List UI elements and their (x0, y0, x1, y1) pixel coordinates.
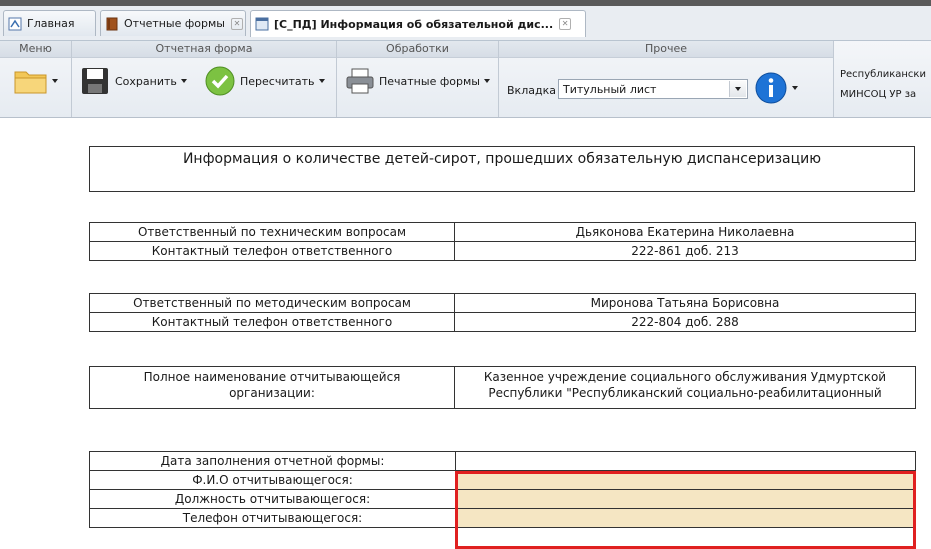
chevron-down-icon (180, 79, 187, 83)
tab-select-label: Вкладка (507, 84, 556, 97)
filler-phone-label: Телефон отчитывающегося: (89, 508, 456, 528)
chevron-down-icon (483, 79, 490, 83)
chevron-down-icon (52, 79, 58, 83)
ribbon-group-processing: Обработки Печатные формы (337, 41, 499, 117)
chevron-down-icon (318, 79, 325, 83)
org-name-label-line: Полное наименование отчитывающейся (143, 370, 401, 384)
method-responsible-value[interactable]: Миронова Татьяна Борисовна (454, 293, 916, 313)
organization-table: Полное наименование отчитывающейся орган… (89, 366, 916, 409)
group-title: Прочее (499, 41, 833, 58)
home-icon (8, 17, 22, 30)
tab-select-value: Титульный лист (563, 82, 657, 96)
tab-report-forms[interactable]: Отчетные формы ✕ (100, 10, 246, 36)
ribbon-group-menu: Меню (0, 41, 72, 117)
highlight-frame (455, 471, 916, 549)
form-title: Информация о количестве детей-сирот, про… (89, 146, 915, 192)
group-title: Обработки (337, 41, 498, 58)
fill-date-field[interactable] (455, 451, 916, 471)
fill-date-label: Дата заполнения отчетной формы: (89, 451, 456, 471)
ribbon: Меню Отчетная форма Сохранить Пересчитат… (0, 41, 931, 118)
tech-responsible-label: Ответственный по техническим вопросам (89, 222, 455, 242)
info-button[interactable] (754, 71, 798, 105)
chevron-down-icon (792, 86, 798, 90)
filler-position-label: Должность отчитывающегося: (89, 489, 456, 509)
print-forms-button[interactable]: Печатные формы (345, 67, 490, 95)
tab-label: Главная (27, 17, 75, 30)
table-row: Ответственный по техническим вопросам Дь… (89, 222, 916, 242)
print-forms-label: Печатные формы (379, 74, 480, 88)
org-name-value-line: Республики "Республиканский социально-ре… (488, 386, 882, 400)
org-name-label: Полное наименование отчитывающейся орган… (89, 366, 455, 409)
close-icon[interactable]: ✕ (559, 18, 572, 30)
ribbon-group-org: Республикански МИНСОЦ УР за (834, 41, 931, 117)
tab-strip: Главная Отчетные формы ✕ [С_ПД] Информац… (0, 6, 931, 41)
org-line-1: Республикански (840, 69, 926, 80)
tab-label: Отчетные формы (124, 17, 225, 30)
tech-contact-table: Ответственный по техническим вопросам Дь… (89, 222, 916, 261)
save-label: Сохранить (115, 74, 177, 88)
ribbon-group-other: Прочее Вкладка Титульный лист (499, 41, 834, 117)
method-contact-table: Ответственный по методическим вопросам М… (89, 293, 916, 332)
org-name-label-line: организации: (229, 386, 315, 400)
save-button[interactable]: Сохранить (80, 66, 187, 96)
checkmark-icon (205, 66, 235, 96)
org-name-value-line: Казенное учреждение социального обслужив… (483, 370, 887, 384)
info-icon (755, 72, 787, 104)
folder-icon (14, 71, 47, 94)
tab-select[interactable]: Титульный лист (558, 79, 748, 99)
org-line-2: МИНСОЦ УР за (840, 89, 917, 100)
group-title: Меню (0, 41, 71, 58)
recalculate-button[interactable]: Пересчитать (204, 65, 325, 97)
group-title: Отчетная форма (72, 41, 336, 58)
tab-active-form[interactable]: [С_ПД] Информация об обязательной дис...… (250, 10, 586, 37)
book-icon (106, 17, 118, 30)
table-row: Контактный телефон ответственного 222-86… (89, 241, 916, 261)
table-row: Полное наименование отчитывающейся орган… (89, 366, 916, 409)
tab-home[interactable]: Главная (3, 10, 96, 36)
ribbon-group-report-form: Отчетная форма Сохранить Пересчитать (72, 41, 337, 117)
close-icon[interactable]: ✕ (230, 17, 243, 30)
method-phone-value[interactable]: 222-804 доб. 288 (454, 312, 916, 332)
recalculate-label: Пересчитать (240, 74, 315, 88)
table-row: Ответственный по методическим вопросам М… (89, 293, 916, 313)
form-icon (255, 17, 269, 31)
chevron-down-icon[interactable] (729, 81, 746, 97)
method-phone-label: Контактный телефон ответственного (89, 312, 455, 332)
floppy-disk-icon (82, 68, 108, 94)
tab-label: [С_ПД] Информация об обязательной дис... (274, 17, 554, 31)
table-row: Контактный телефон ответственного 222-80… (89, 312, 916, 332)
table-row: Дата заполнения отчетной формы: (89, 451, 916, 471)
org-name-value[interactable]: Казенное учреждение социального обслужив… (454, 366, 916, 409)
printer-icon (346, 68, 374, 94)
filler-fio-label: Ф.И.О отчитывающегося: (89, 470, 456, 490)
menu-button[interactable] (14, 67, 58, 95)
tech-phone-label: Контактный телефон ответственного (89, 241, 455, 261)
method-responsible-label: Ответственный по методическим вопросам (89, 293, 455, 313)
tech-phone-value[interactable]: 222-861 доб. 213 (454, 241, 916, 261)
tech-responsible-value[interactable]: Дьяконова Екатерина Николаевна (454, 222, 916, 242)
